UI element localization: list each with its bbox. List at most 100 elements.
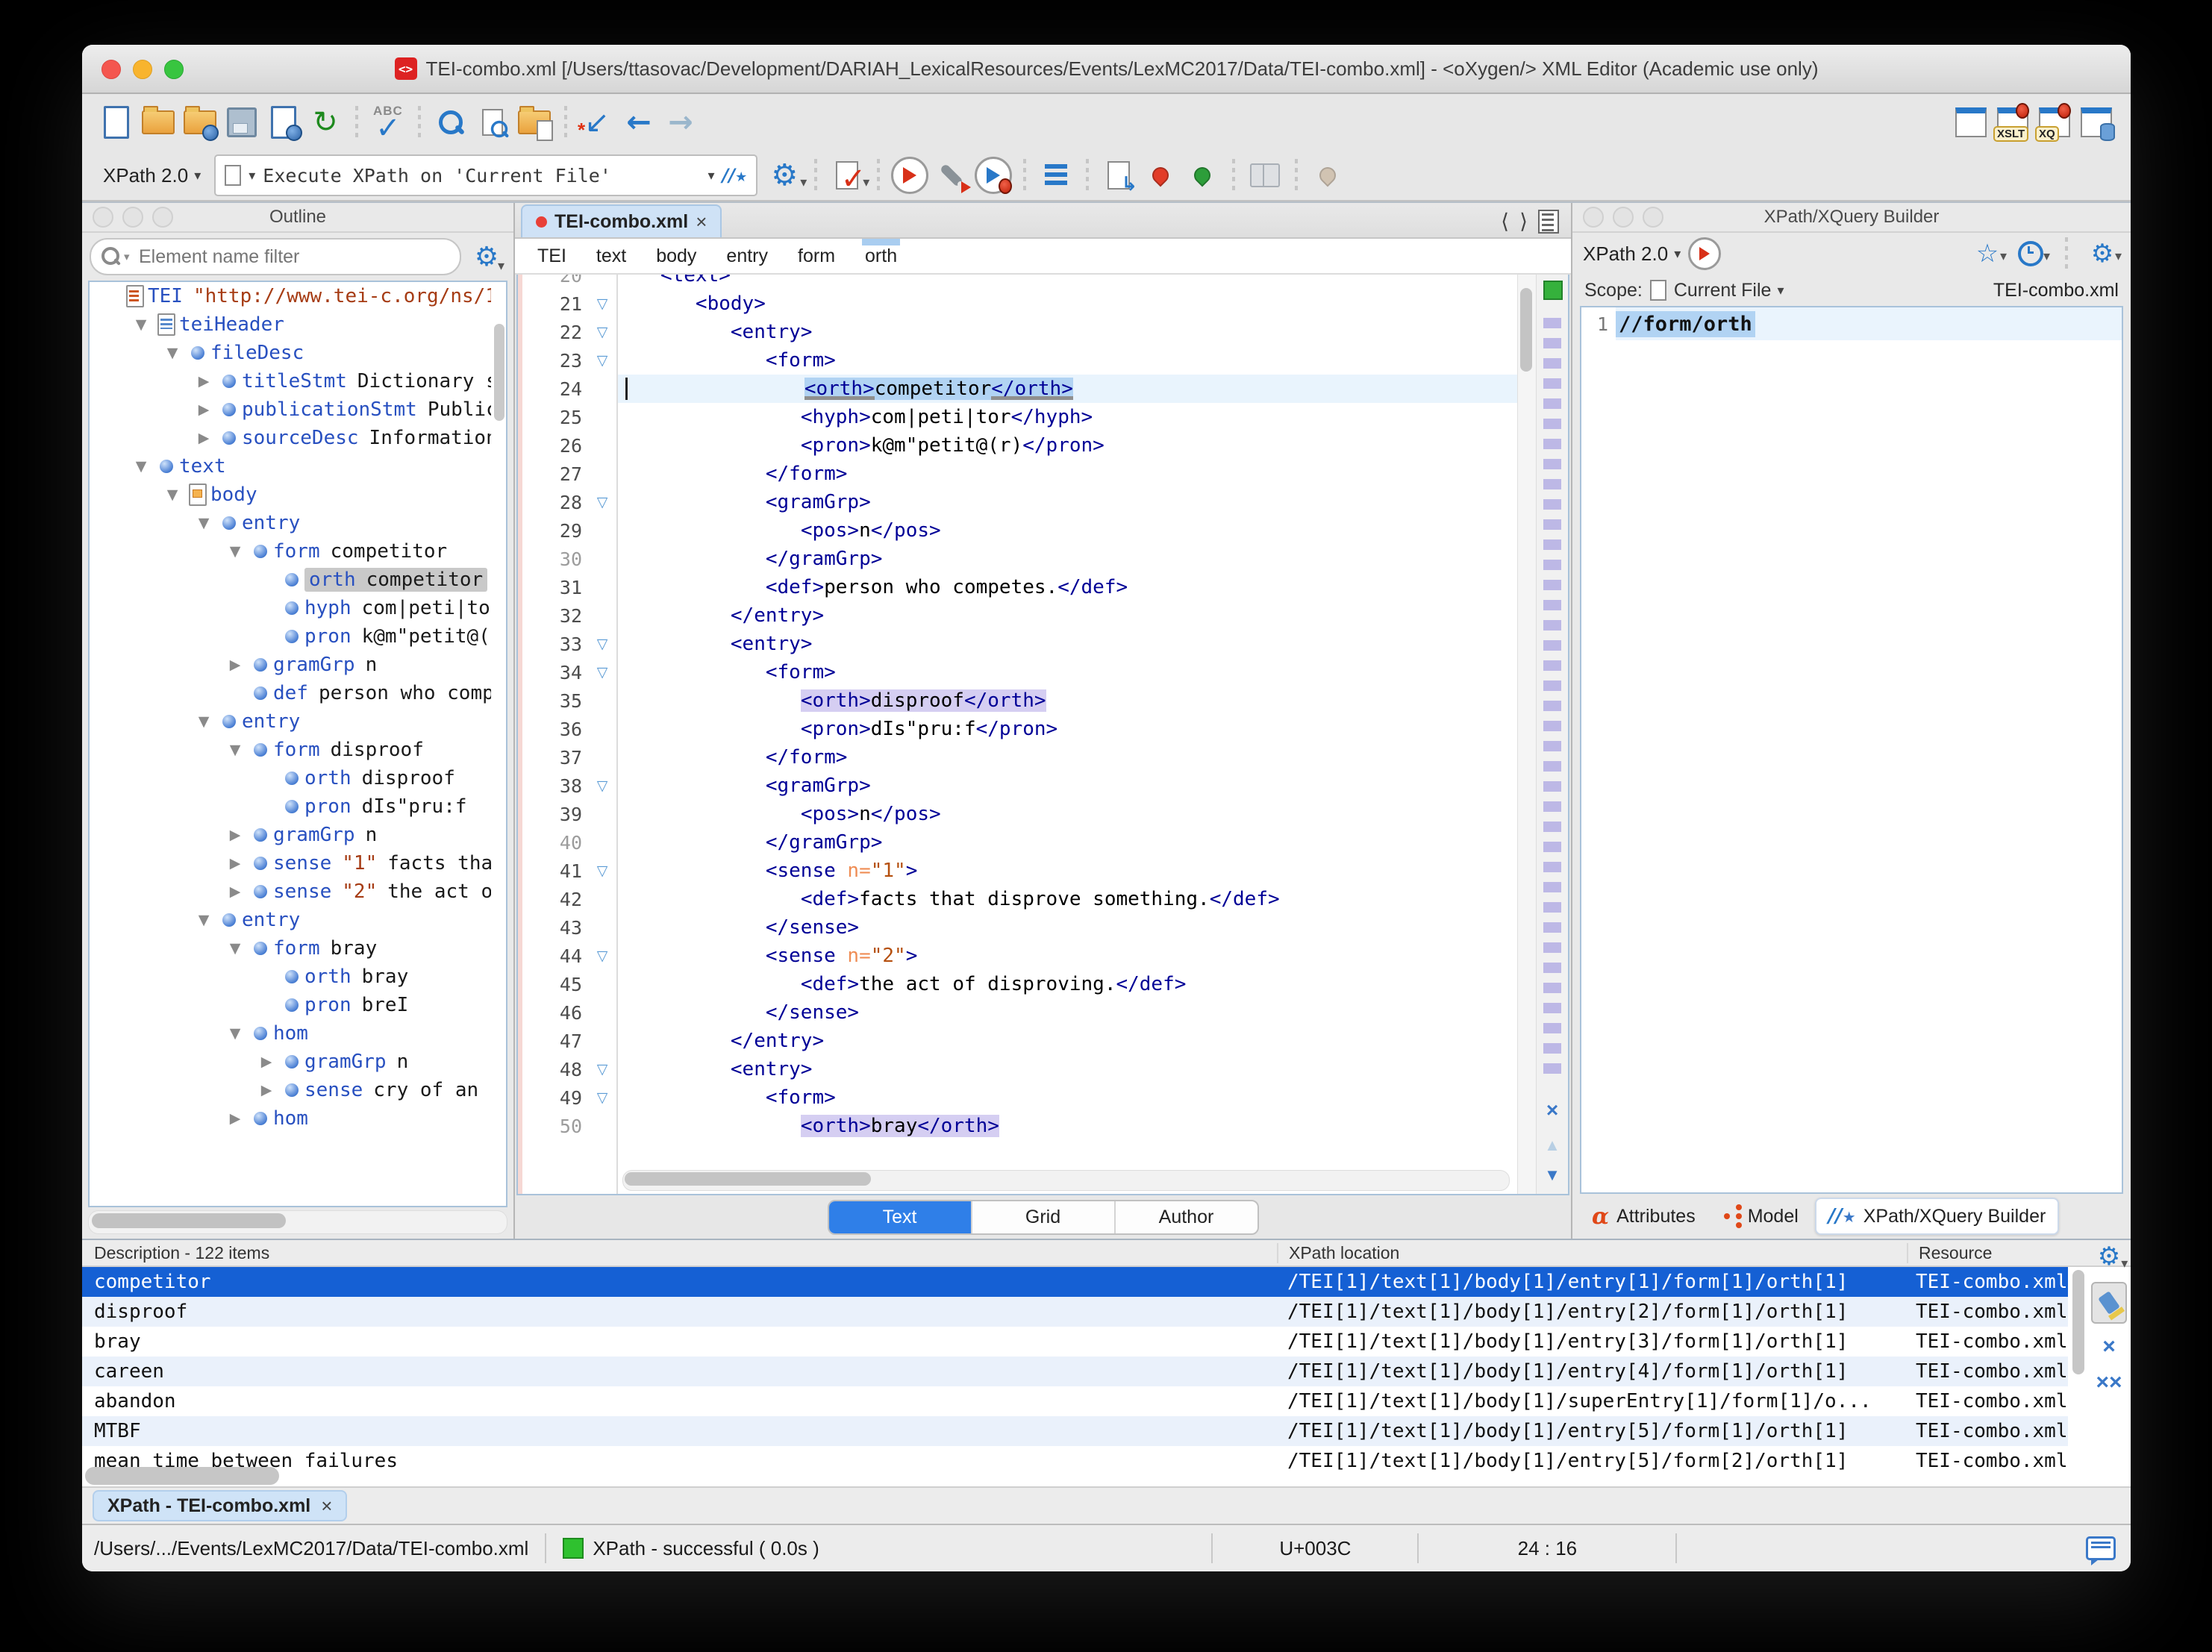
fold-toggle-icon[interactable]: ▽	[587, 1089, 618, 1106]
editor-tab[interactable]: TEI-combo.xml ×	[521, 204, 722, 237]
outline-item-form[interactable]: ▼formbray	[90, 934, 491, 963]
save-icon[interactable]	[221, 101, 263, 143]
description-column-header[interactable]: Description - 122 items	[82, 1243, 1278, 1263]
result-row[interactable]: mean time between failures/TEI[1]/text[1…	[82, 1446, 2068, 1476]
collapse-icon[interactable]: ▼	[160, 345, 185, 361]
result-row[interactable]: MTBF/TEI[1]/text[1]/body[1]/entry[5]/for…	[82, 1416, 2068, 1446]
view-tab-grid[interactable]: Grid	[971, 1201, 1114, 1233]
breadcrumb-item-orth[interactable]: orth	[865, 245, 897, 267]
minimize-window-button[interactable]	[133, 60, 152, 79]
query-text[interactable]: //form/orth	[1616, 311, 1755, 337]
outline-item-pron[interactable]: pronk@m"petit@(r)	[90, 622, 491, 651]
expand-icon[interactable]: ▶	[254, 1054, 279, 1070]
expand-icon[interactable]: ▶	[222, 1110, 248, 1127]
expand-icon[interactable]: ▶	[191, 430, 216, 446]
validate-document-icon[interactable]: ✓▾	[826, 154, 868, 196]
fold-toggle-icon[interactable]: ▽	[587, 863, 618, 879]
find-in-files-icon[interactable]	[472, 101, 513, 143]
close-tab-icon[interactable]: ×	[696, 210, 707, 234]
results-header[interactable]: Description - 122 items XPath location R…	[82, 1240, 2131, 1267]
builder-settings-gear-icon[interactable]: ⚙▾	[2084, 237, 2120, 270]
format-indent-icon[interactable]	[1035, 154, 1077, 196]
previous-tab-icon[interactable]: ⟨	[1501, 209, 1509, 234]
view-tab-text[interactable]: Text	[829, 1201, 971, 1233]
find-replace-in-files-icon[interactable]	[513, 101, 555, 143]
outline-item-sense[interactable]: ▶sense"2"the act of	[90, 877, 491, 906]
xpath-builder-header[interactable]: XPath/XQuery Builder	[1572, 203, 2131, 233]
collapse-icon[interactable]: ▼	[128, 316, 154, 333]
expand-icon[interactable]: ▶	[222, 883, 248, 900]
highlight-results-toggle[interactable]	[2091, 1282, 2127, 1324]
notifications-icon[interactable]	[2086, 1536, 2116, 1560]
outline-item-pron[interactable]: prondIs"pru:f	[90, 792, 491, 821]
editor-vertical-scrollbar[interactable]	[1517, 275, 1536, 1194]
collapse-icon[interactable]: ▼	[191, 515, 216, 531]
expand-icon[interactable]: ▶	[222, 827, 248, 843]
fold-toggle-icon[interactable]: ▽	[587, 948, 618, 964]
fold-toggle-icon[interactable]: ▽	[587, 777, 618, 794]
open-url-icon[interactable]	[179, 101, 221, 143]
fold-toggle-icon[interactable]: ▽	[587, 1061, 618, 1077]
database-perspective-icon[interactable]	[2075, 101, 2117, 143]
outline-item-entry[interactable]: ▼entry	[90, 906, 491, 934]
outline-item-teiHeader[interactable]: ▼teiHeader	[90, 310, 491, 339]
outline-item-publicationStmt[interactable]: ▶publicationStmtPublica	[90, 395, 491, 424]
pin-occurrences-red-icon[interactable]	[1140, 154, 1181, 196]
save-to-url-icon[interactable]	[263, 101, 304, 143]
scrollbar-thumb[interactable]	[1520, 288, 1532, 372]
collapse-icon[interactable]: ▼	[191, 713, 216, 730]
close-window-button[interactable]	[101, 60, 121, 79]
breadcrumb-item-body[interactable]: body	[656, 245, 696, 267]
outline-item-text[interactable]: ▼text	[90, 452, 491, 481]
next-tab-icon[interactable]: ⟩	[1519, 209, 1528, 234]
view-tab-author[interactable]: Author	[1114, 1201, 1257, 1233]
open-folder-icon[interactable]	[137, 101, 179, 143]
tab-list-icon[interactable]	[1538, 210, 1559, 234]
panel-tab-model[interactable]: Model	[1712, 1200, 1810, 1233]
results-settings-gear-icon[interactable]: ⚙▾	[2098, 1242, 2120, 1271]
outline-item-entry[interactable]: ▼entry	[90, 707, 491, 736]
outline-item-pron[interactable]: pronbreI	[90, 991, 491, 1019]
pin-occurrences-green-icon[interactable]	[1181, 154, 1223, 196]
outline-item-hom[interactable]: ▶hom	[90, 1104, 491, 1133]
outline-tree[interactable]: TEI"http://www.tei-c.org/ns/1.▼teiHeader…	[90, 282, 491, 1206]
outline-item-form[interactable]: ▼formcompetitor	[90, 537, 491, 566]
spell-check-icon[interactable]: ABC✓	[367, 101, 409, 143]
breadcrumb-item-text[interactable]: text	[596, 245, 626, 267]
outline-item-orth[interactable]: orthbray	[90, 963, 491, 991]
expand-icon[interactable]: ▶	[222, 855, 248, 872]
xpath-results-tab[interactable]: XPath - TEI-combo.xml ×	[93, 1490, 347, 1521]
outline-item-TEI[interactable]: TEI"http://www.tei-c.org/ns/1.	[90, 282, 491, 310]
outline-item-entry[interactable]: ▼entry	[90, 509, 491, 537]
new-document-icon[interactable]	[96, 101, 137, 143]
collapse-icon[interactable]: ▼	[128, 458, 154, 475]
apply-transformation-icon[interactable]	[889, 154, 931, 196]
back-icon[interactable]: ←	[618, 101, 660, 143]
titlebar[interactable]: <> TEI-combo.xml [/Users/ttasovac/Develo…	[82, 45, 2131, 94]
outline-settings-button[interactable]: ⚙▾	[467, 241, 506, 272]
previous-occurrence-icon[interactable]: ▲	[1537, 1136, 1568, 1155]
forward-icon[interactable]: →	[660, 101, 702, 143]
fold-toggle-icon[interactable]: ▽	[587, 324, 618, 340]
collapse-icon[interactable]: ▼	[222, 1025, 248, 1042]
outline-item-hyph[interactable]: hyphcom|peti|tor	[90, 594, 491, 622]
collapse-icon[interactable]: ▼	[222, 742, 248, 758]
fold-toggle-icon[interactable]: ▽	[587, 494, 618, 510]
element-filter-box[interactable]: ▾	[90, 238, 461, 275]
reload-icon[interactable]: ↻	[304, 101, 346, 143]
results-horizontal-scrollbar[interactable]	[85, 1467, 279, 1485]
zoom-window-button[interactable]	[164, 60, 184, 79]
results-vertical-scrollbar[interactable]	[2072, 1270, 2084, 1374]
expand-icon[interactable]: ▶	[254, 1082, 279, 1098]
outline-item-def[interactable]: defperson who compe	[90, 679, 491, 707]
expand-icon[interactable]: ▶	[191, 401, 216, 418]
xpath-expression-combo[interactable]: ▾ Execute XPath on 'Current File' ▾ //★	[214, 154, 757, 196]
expand-icon[interactable]: ▶	[191, 373, 216, 389]
editor-layout-icon[interactable]	[1950, 101, 1992, 143]
outline-item-orth[interactable]: orthdisproof	[90, 764, 491, 792]
execute-xpath-button[interactable]	[1688, 237, 1721, 270]
clear-highlights-icon[interactable]: ×	[1537, 1098, 1568, 1122]
builder-version-dropdown[interactable]: XPath 2.0 ▾	[1583, 243, 1681, 266]
panel-tab-xpath-xquery-builder[interactable]: //★XPath/XQuery Builder	[1815, 1198, 2060, 1235]
close-tab-icon[interactable]: ×	[321, 1495, 332, 1518]
